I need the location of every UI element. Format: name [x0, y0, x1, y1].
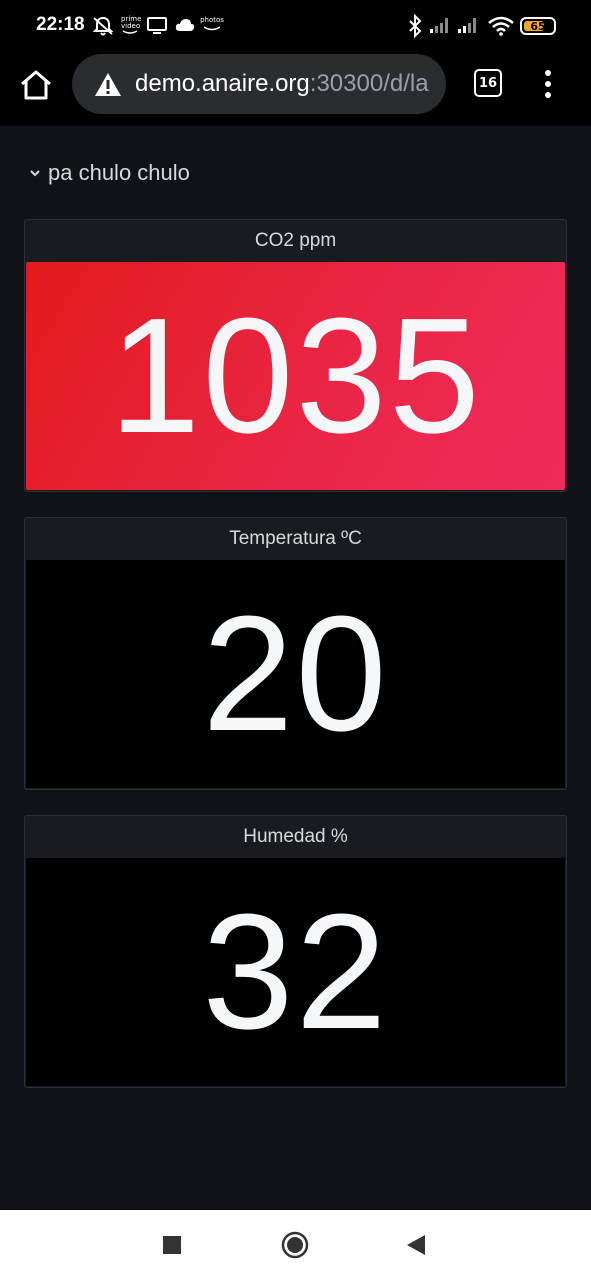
stat-value: 20 — [202, 582, 389, 765]
panel-humidity: Humedad % 32 — [24, 815, 567, 1088]
mute-icon — [92, 16, 114, 36]
url-path: :30300/d/la — [309, 70, 429, 97]
status-bar: 22:18 prime video photos 65 — [0, 0, 591, 52]
address-bar[interactable]: demo.anaire.org:30300/d/la — [72, 54, 446, 114]
signal-icon — [430, 18, 448, 33]
back-icon[interactable] — [405, 1234, 427, 1256]
tv-icon — [147, 17, 167, 34]
home-icon[interactable] — [18, 67, 54, 103]
recents-icon[interactable] — [162, 1235, 182, 1255]
dashboard: pa chulo chulo CO2 ppm 1035 Temperatura … — [0, 126, 591, 1210]
wifi-icon — [488, 16, 514, 36]
panel-body: 32 — [26, 858, 565, 1086]
cloud-icon — [175, 19, 195, 31]
stat-value: 1035 — [109, 284, 482, 467]
browser-toolbar: demo.anaire.org:30300/d/la 16 — [0, 52, 591, 126]
home-circle-icon[interactable] — [281, 1231, 309, 1259]
panel-temperature: Temperatura ºC 20 — [24, 517, 567, 790]
navigation-bar — [0, 1210, 591, 1280]
stat-value: 32 — [202, 880, 389, 1063]
photos-icon: photos — [200, 16, 224, 36]
tabs-button[interactable]: 16 — [474, 69, 502, 97]
panel-title[interactable]: Humedad % — [25, 816, 566, 858]
panel-co2: CO2 ppm 1035 — [24, 219, 567, 492]
panel-body: 1035 — [26, 262, 565, 490]
battery-icon: 65 — [520, 17, 556, 35]
panel-title[interactable]: CO2 ppm — [25, 220, 566, 262]
bluetooth-icon — [409, 14, 422, 38]
warning-icon[interactable] — [94, 72, 122, 97]
status-time: 22:18 — [36, 14, 85, 35]
url-host: demo.anaire.org — [135, 70, 310, 97]
prime-video-icon: prime video — [121, 16, 141, 36]
chevron-down-icon[interactable] — [28, 166, 42, 180]
more-vert-icon[interactable] — [538, 68, 558, 100]
row-title[interactable]: pa chulo chulo — [48, 160, 190, 186]
panel-body: 20 — [26, 560, 565, 788]
url-text[interactable]: demo.anaire.org:30300/d/la — [135, 70, 429, 98]
tab-count: 16 — [478, 75, 498, 91]
row-header[interactable]: pa chulo chulo — [28, 160, 190, 186]
panel-title[interactable]: Temperatura ºC — [25, 518, 566, 560]
battery-level: 65 — [530, 19, 546, 33]
signal-icon — [458, 18, 476, 33]
